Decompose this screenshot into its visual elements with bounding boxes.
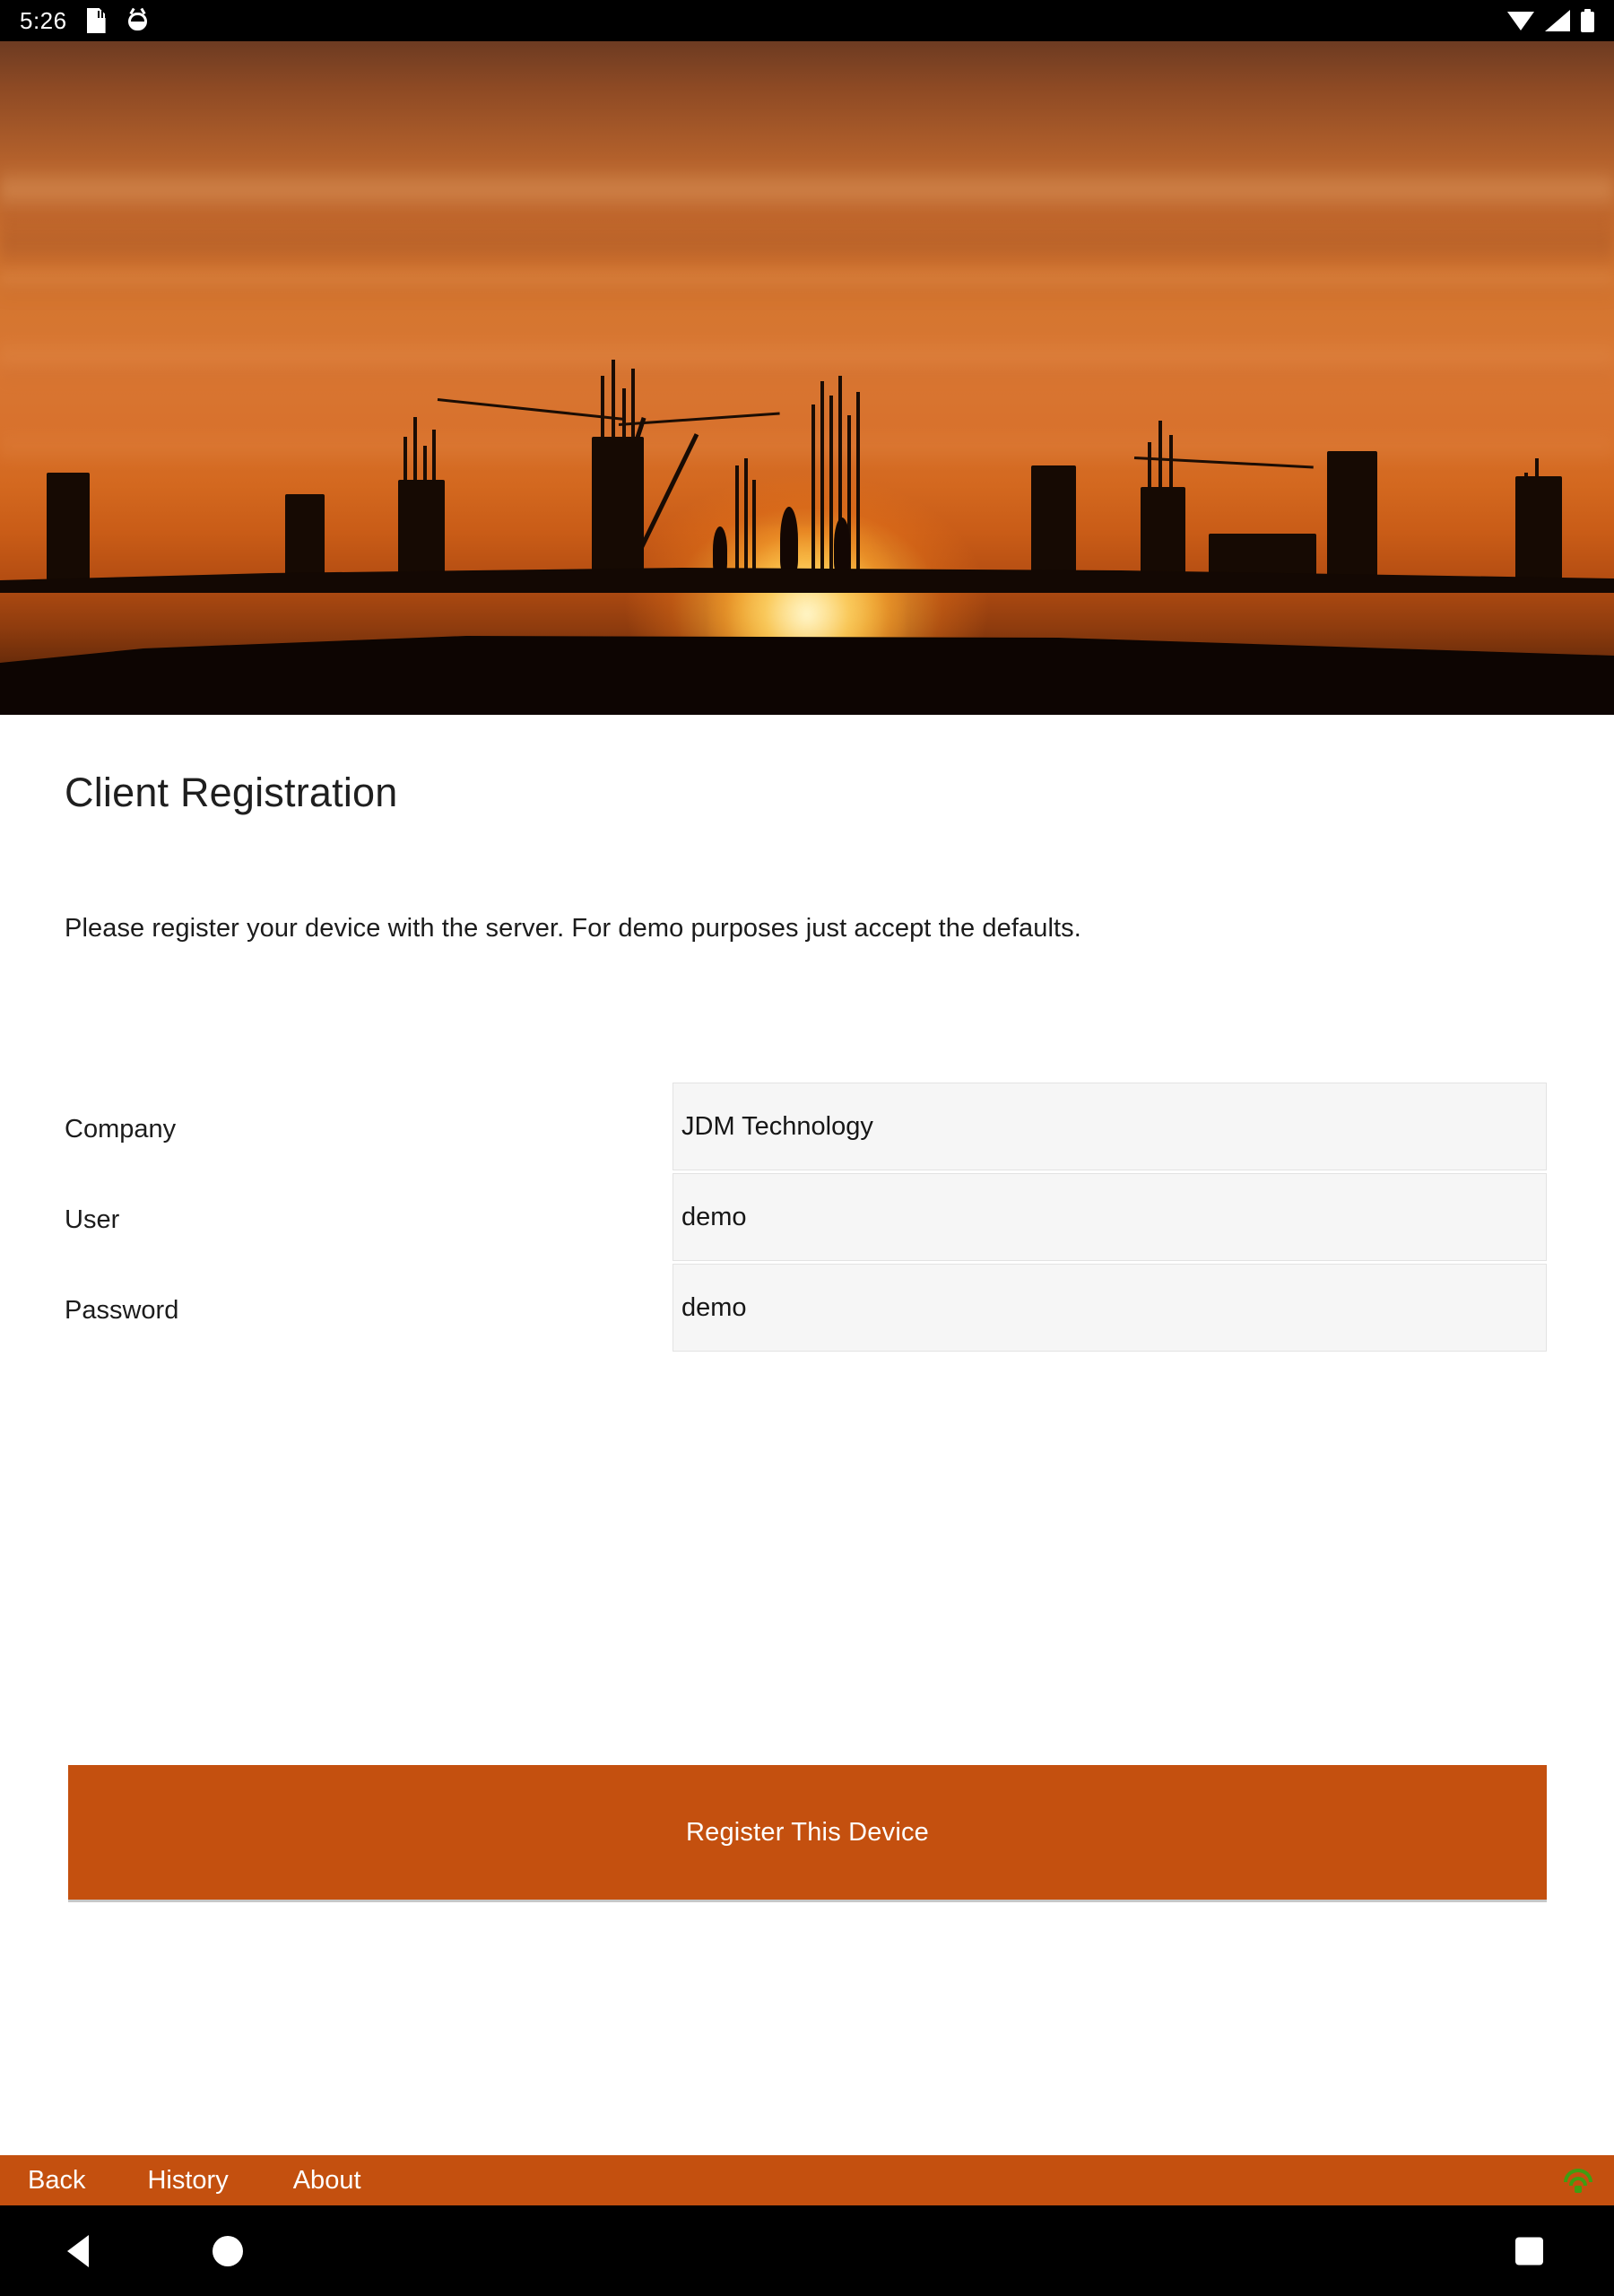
user-value[interactable]: demo (673, 1204, 747, 1231)
status-clock: 5:26 (20, 7, 67, 34)
cell-signal-icon (1545, 10, 1570, 31)
concrete-column (285, 494, 325, 580)
hero-banner-image (0, 41, 1614, 715)
registration-content: Client Registration Please register your… (0, 715, 1614, 2017)
wifi-icon (1507, 10, 1534, 31)
concrete-column (1141, 487, 1185, 580)
status-bar-left: 5:26 (20, 7, 150, 34)
form-row-company: Company JDM Technology (0, 1083, 1614, 1173)
android-debug-icon (126, 7, 150, 33)
app-screen: 5:26 Client Registration Please register… (0, 0, 1614, 2296)
worker-silhouette (834, 517, 850, 573)
home-circle-icon[interactable] (213, 2235, 243, 2266)
android-status-bar: 5:26 (0, 0, 1614, 41)
form-row-user: User demo (0, 1173, 1614, 1264)
back-triangle-icon[interactable] (67, 2234, 89, 2267)
concrete-column (47, 473, 90, 580)
concrete-column (1327, 451, 1377, 580)
toolbar-item-back[interactable]: Back (28, 2166, 85, 2196)
sdcard-icon (87, 8, 106, 33)
user-label: User (65, 1205, 120, 1234)
concrete-column (1031, 465, 1076, 580)
register-device-button[interactable]: Register This Device (68, 1765, 1547, 1900)
form-row-password: Password demo (0, 1264, 1614, 1354)
password-value[interactable]: demo (673, 1294, 747, 1321)
registration-form: Company JDM Technology User demo Passwor… (0, 1083, 1614, 1354)
battery-icon (1581, 9, 1594, 32)
status-bar-right (1507, 9, 1594, 32)
cloud-band (0, 217, 1614, 271)
password-label: Password (65, 1296, 179, 1325)
android-nav-bar (0, 2205, 1614, 2296)
wifi-connected-icon (1562, 2167, 1594, 2194)
company-value[interactable]: JDM Technology (673, 1113, 873, 1140)
password-field[interactable]: demo (672, 1264, 1547, 1352)
concrete-column (1515, 476, 1562, 580)
app-bottom-toolbar: Back History About (0, 2155, 1614, 2205)
rebar-bundle (735, 455, 759, 580)
page-description: Please register your device with the ser… (65, 914, 1081, 943)
toolbar-item-about[interactable]: About (293, 2166, 361, 2196)
toolbar-item-history[interactable]: History (147, 2166, 228, 2196)
concrete-column (592, 437, 644, 580)
cloud-band (0, 337, 1614, 391)
worker-silhouette (713, 526, 727, 573)
page-title: Client Registration (65, 770, 398, 815)
recents-square-icon[interactable] (1515, 2237, 1543, 2265)
company-field[interactable]: JDM Technology (672, 1083, 1547, 1170)
register-device-button-label: Register This Device (685, 1817, 929, 1847)
user-field[interactable]: demo (672, 1173, 1547, 1261)
company-label: Company (65, 1115, 177, 1144)
cloud-band (0, 265, 1614, 305)
concrete-column (398, 480, 445, 580)
worker-silhouette (780, 507, 798, 573)
